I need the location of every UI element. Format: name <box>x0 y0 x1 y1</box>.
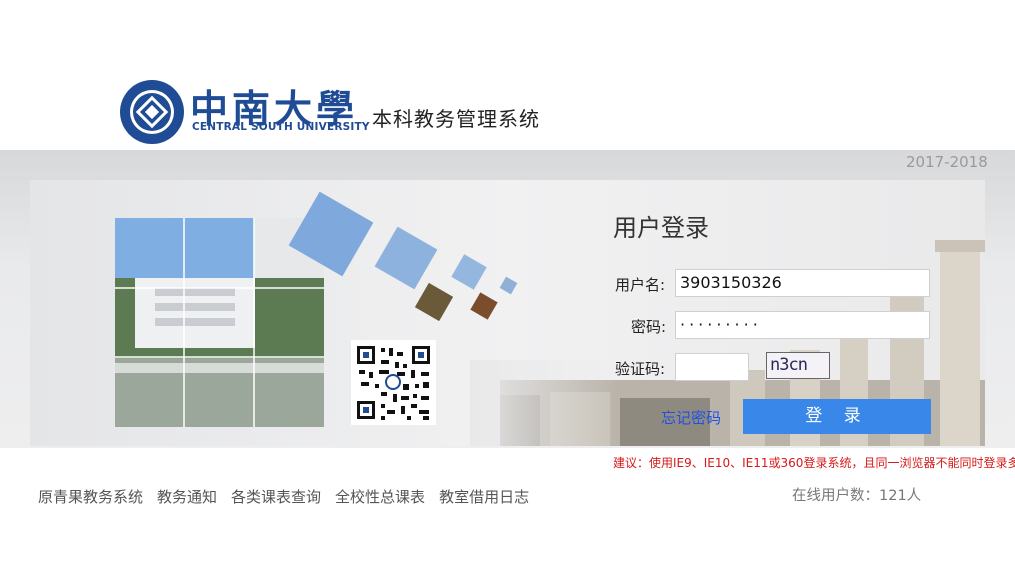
footer-link-notices[interactable]: 教务通知 <box>157 486 217 507</box>
captcha-input[interactable] <box>675 353 749 381</box>
footer-link-legacy-system[interactable]: 原青果教务系统 <box>38 486 143 507</box>
university-seal-icon <box>120 80 184 144</box>
forgot-password-link[interactable]: 忘记密码 <box>661 407 721 428</box>
password-label: 密码: <box>631 318 667 336</box>
username-input[interactable]: 3903150326 <box>675 269 930 297</box>
browser-hint: 建议：使用IE9、IE10、IE11或360登录系统，且同一浏览器不能同时登录多… <box>613 456 1015 470</box>
login-button[interactable]: 登 录 <box>743 399 931 434</box>
captcha-label: 验证码: <box>615 360 666 378</box>
footer-link-classroom-log[interactable]: 教室借用日志 <box>439 486 529 507</box>
username-label: 用户名: <box>615 276 666 294</box>
qr-code <box>351 340 436 425</box>
academic-year: 2017-2018 <box>906 153 988 171</box>
campus-photo <box>115 218 324 427</box>
footer-link-university-timetable[interactable]: 全校性总课表 <box>335 486 425 507</box>
logo-english-name: CENTRAL SOUTH UNIVERSITY <box>192 121 370 133</box>
online-users-count: 在线用户数：121人 <box>792 488 922 504</box>
password-input[interactable]: ········· <box>675 311 930 339</box>
footer-links: 原青果教务系统 教务通知 各类课表查询 全校性总课表 教室借用日志 <box>38 486 529 507</box>
captcha-image[interactable]: n3cn <box>766 352 830 379</box>
footer-link-timetable-query[interactable]: 各类课表查询 <box>231 486 321 507</box>
header: 中南大學 CENTRAL SOUTH UNIVERSITY 本科教务管理系统 <box>0 0 1015 150</box>
login-title: 用户登录 <box>613 214 709 242</box>
system-title: 本科教务管理系统 <box>372 107 540 131</box>
